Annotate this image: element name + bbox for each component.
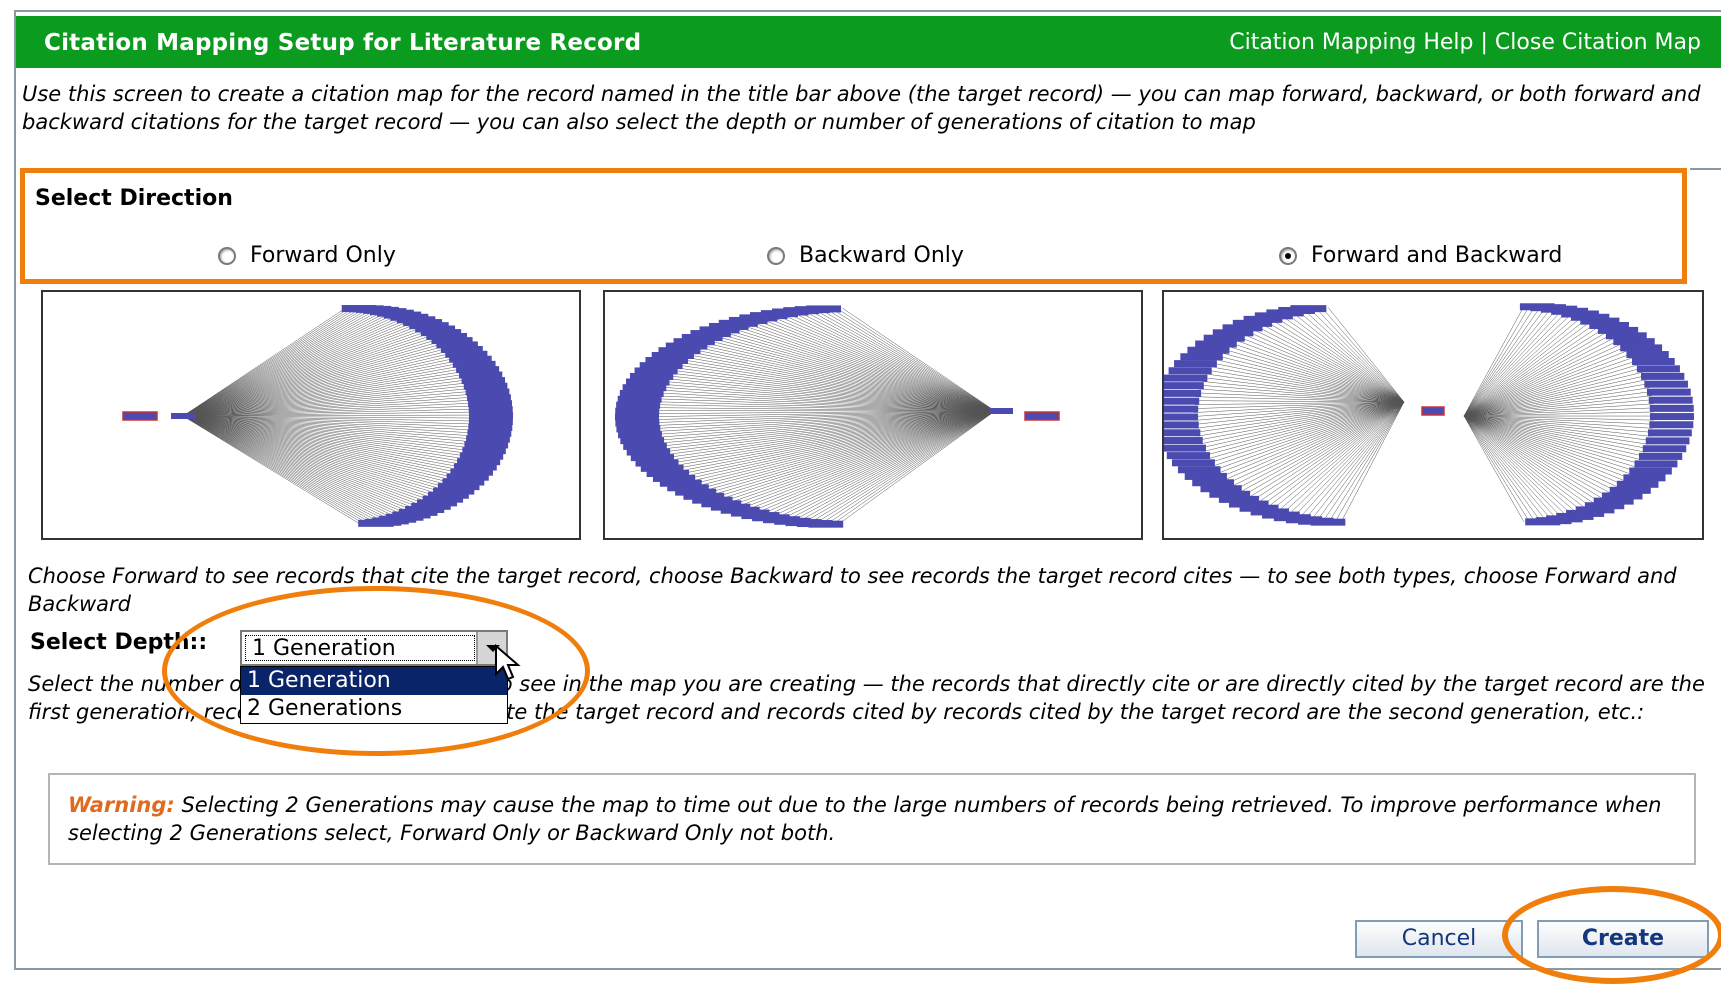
backward-map-graphic [615, 305, 1060, 528]
forward-backward-map-graphic [1164, 303, 1694, 526]
depth-label: Select Depth:: [30, 630, 208, 655]
mouse-cursor-icon [495, 644, 521, 681]
radio-forward-backward[interactable]: Forward and Backward [1279, 243, 1562, 268]
help-link[interactable]: Citation Mapping Help [1229, 30, 1473, 55]
cancel-button[interactable]: Cancel [1355, 920, 1523, 958]
title-bar: Citation Mapping Setup for Literature Re… [16, 16, 1721, 68]
radio-backward-only-label: Backward Only [799, 243, 964, 268]
create-button[interactable]: Create [1537, 920, 1709, 958]
forward-backward-map-image[interactable] [1162, 290, 1704, 540]
warning-label: Warning: [68, 793, 175, 817]
forward-map-graphic [122, 305, 513, 527]
radio-forward-backward-label: Forward and Backward [1311, 243, 1563, 268]
direction-help-text: Choose Forward to see records that cite … [28, 564, 1677, 616]
radio-forward-only[interactable]: Forward Only [218, 243, 396, 268]
depth-select[interactable]: 1 Generation [240, 630, 508, 666]
backward-map-image[interactable] [603, 290, 1143, 540]
link-separator: | [1480, 30, 1488, 55]
radio-forward-backward-button[interactable] [1279, 246, 1297, 265]
title-links: Citation Mapping Help | Close Citation M… [1229, 30, 1701, 55]
direction-title: Select Direction [35, 186, 233, 211]
radio-forward-only-label: Forward Only [250, 243, 396, 268]
depth-option-1[interactable]: 1 Generation [241, 667, 507, 695]
forward-map-image[interactable] [41, 290, 581, 540]
warning-text: Selecting 2 Generations may cause the ma… [68, 793, 1662, 845]
depth-dropdown-list: 1 Generation 2 Generations [240, 666, 508, 724]
dialog-title: Citation Mapping Setup for Literature Re… [44, 30, 642, 56]
depth-select-value: 1 Generation [245, 635, 475, 661]
warning-box: Warning: Selecting 2 Generations may cau… [48, 773, 1696, 865]
radio-backward-only-button[interactable] [767, 246, 785, 265]
divider [1690, 168, 1721, 170]
close-link[interactable]: Close Citation Map [1495, 30, 1701, 55]
depth-option-2[interactable]: 2 Generations [241, 695, 507, 723]
intro-text: Use this screen to create a citation map… [22, 82, 1701, 134]
radio-forward-only-button[interactable] [218, 246, 236, 265]
direction-section: Select Direction Forward Only Backward O… [20, 168, 1687, 284]
radio-backward-only[interactable]: Backward Only [767, 243, 964, 268]
